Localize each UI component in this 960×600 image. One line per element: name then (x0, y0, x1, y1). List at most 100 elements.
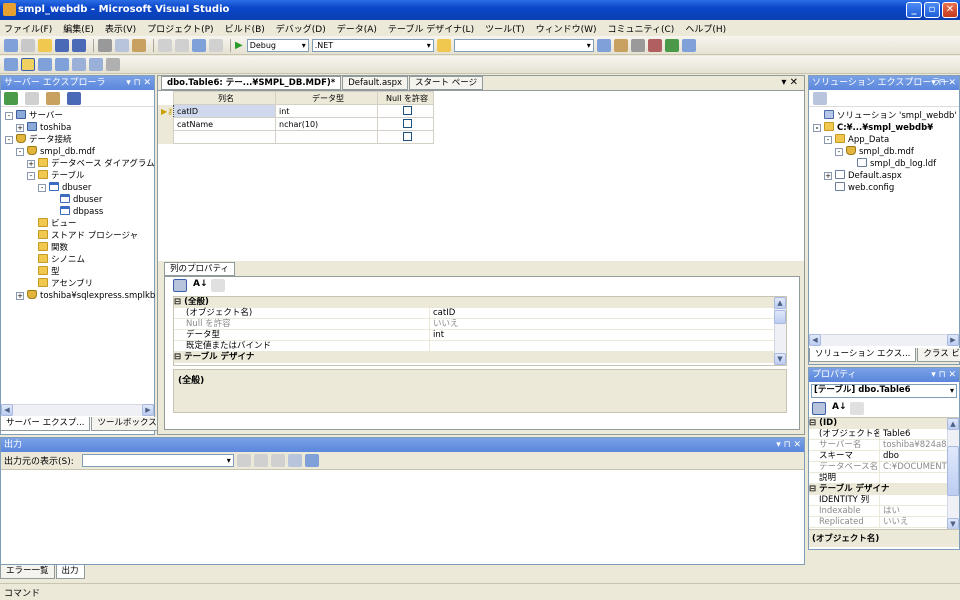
props-pages-icon[interactable] (849, 402, 864, 415)
tree-item[interactable]: ビュー (3, 218, 152, 230)
tab-output[interactable]: 出力 (55, 565, 85, 579)
column-name-cell[interactable]: catName (173, 117, 277, 131)
xml-indexes-icon[interactable] (72, 58, 86, 71)
expand-icon[interactable]: + (824, 172, 832, 180)
tree-item[interactable]: dbuser (3, 194, 152, 206)
tab-error-list[interactable]: エラー一覧 (0, 565, 55, 579)
tab-solution-explorer[interactable]: ソリューション エクス... (809, 348, 917, 362)
props-categorized-icon[interactable] (812, 402, 826, 415)
navigate-forward-icon[interactable] (209, 38, 223, 52)
expand-icon[interactable]: + (27, 160, 35, 168)
tab-table-designer[interactable]: dbo.Table6: テー...¥SMPL_DB.MDF)* (161, 76, 342, 90)
collapse-icon[interactable]: - (16, 148, 24, 156)
toolbox-toolbar-icon[interactable] (647, 38, 662, 52)
word-wrap-icon[interactable] (304, 454, 319, 467)
pin-close-icon[interactable]: ▾ ⊓ ✕ (126, 76, 151, 90)
solution-properties-icon[interactable] (813, 92, 827, 105)
properties-pin-close-icon[interactable]: ▾ ⊓ ✕ (931, 368, 956, 382)
solution-explorer-toolbar-icon[interactable] (613, 38, 628, 52)
tab-class-view[interactable]: クラス ビュー (917, 348, 960, 362)
collapse-icon[interactable]: - (813, 124, 821, 132)
property-row[interactable]: Indexable はい (809, 506, 959, 517)
expand-icon[interactable]: + (16, 124, 24, 132)
tree-item[interactable]: - テーブル (3, 170, 152, 182)
table-row[interactable]: ▶⚷ catID int (158, 104, 435, 118)
tree-item[interactable]: ソリューション 'smpl_webdb' (1 プロジ (811, 110, 959, 122)
clear-all-icon[interactable] (287, 454, 302, 467)
server-explorer-hscroll[interactable]: ◀ ▶ (1, 404, 154, 416)
close-document-icon[interactable]: ▾ ✕ (781, 77, 798, 88)
menu-item-10[interactable]: コミュニティ(C) (608, 22, 675, 35)
property-row[interactable]: 説明 (809, 473, 959, 484)
menu-item-2[interactable]: 表示(V) (105, 22, 136, 35)
solution-pin-close-icon[interactable]: ▾ ⊓ ✕ (931, 76, 956, 90)
menu-item-0[interactable]: ファイル(F) (4, 22, 52, 35)
property-pages-icon[interactable] (210, 279, 225, 292)
property-row[interactable]: IDENTITY 列 (809, 495, 959, 506)
save-all-icon[interactable] (72, 38, 86, 52)
add-item-icon[interactable] (21, 38, 35, 52)
navigate-icon[interactable] (192, 38, 206, 52)
collapse-icon[interactable]: - (824, 136, 832, 144)
collapse-icon[interactable]: - (5, 112, 13, 120)
allow-nulls-checkbox[interactable] (402, 131, 412, 141)
menu-item-5[interactable]: デバッグ(D) (276, 22, 326, 35)
tree-item[interactable]: + Default.aspx (811, 170, 957, 182)
tree-item[interactable]: - App_Data (811, 134, 957, 146)
relationships-icon[interactable] (38, 58, 52, 71)
tree-item[interactable]: - データ接続 (3, 134, 152, 146)
property-row[interactable]: (オブジェクト名) catID (174, 308, 786, 319)
tree-item[interactable]: - サーバー (3, 110, 152, 122)
tree-item[interactable]: 型 (3, 266, 152, 278)
tree-item[interactable]: シノニム (3, 254, 152, 266)
find-in-files-icon[interactable] (436, 38, 451, 52)
find-combo[interactable] (453, 38, 594, 52)
collapse-icon[interactable]: - (5, 136, 13, 144)
data-type-cell[interactable]: int (275, 104, 379, 118)
property-value[interactable]: いいえ (429, 319, 786, 329)
go-to-output-icon[interactable] (236, 454, 251, 467)
column-props-scrollbar[interactable]: ▲ ▼ (774, 297, 786, 365)
tree-item[interactable]: - smpl_db.mdf (3, 146, 152, 158)
output-source-select[interactable] (81, 454, 234, 467)
property-row[interactable]: 既定値またはバインド (174, 341, 786, 352)
property-value[interactable]: catID (429, 308, 786, 318)
minimize-button[interactable]: _ (906, 2, 922, 18)
column-name-cell[interactable]: catID (173, 104, 277, 118)
tab-server-explorer[interactable]: サーバー エクスプ... (0, 417, 91, 431)
tab-toolbox[interactable]: ツールボックス (91, 417, 163, 431)
menu-item-3[interactable]: プロジェクト(P) (147, 22, 213, 35)
tree-item[interactable]: アセンブリ (3, 278, 152, 290)
connect-database-icon[interactable] (46, 92, 60, 105)
tree-item[interactable]: + toshiba¥sqlexpress.smplkb (3, 290, 155, 302)
alphabetical-icon[interactable]: A↓ (193, 279, 208, 292)
data-type-cell[interactable] (275, 130, 379, 144)
props-alphabetical-icon[interactable]: A↓ (832, 402, 847, 415)
tree-item[interactable]: dbpass (3, 206, 152, 218)
stop-refresh-icon[interactable] (25, 92, 39, 105)
output-pin-close-icon[interactable]: ▾ ⊓ ✕ (776, 438, 801, 452)
solution-hscroll[interactable]: ◀ ▶ (809, 334, 959, 346)
redo-icon[interactable] (175, 38, 189, 52)
property-value[interactable] (429, 341, 786, 351)
tree-item[interactable]: ストアド プロシージャ (3, 230, 152, 242)
allow-nulls-checkbox[interactable] (402, 105, 412, 115)
data-type-cell[interactable]: nchar(10) (275, 117, 379, 131)
property-row[interactable]: (オブジェクト名) Table6 (809, 429, 959, 440)
menu-item-9[interactable]: ウィンドウ(W) (536, 22, 597, 35)
connect-server-icon[interactable] (67, 92, 81, 105)
menu-item-7[interactable]: テーブル デザイナ(L) (388, 22, 474, 35)
output-text-area[interactable] (1, 470, 804, 564)
menu-item-11[interactable]: ヘルプ(H) (685, 22, 726, 35)
properties-object-select[interactable]: [テーブル] dbo.Table6 (811, 384, 957, 398)
next-message-icon[interactable] (270, 454, 285, 467)
tree-item[interactable]: - C:¥...¥smpl_webdb¥ (811, 122, 957, 134)
row-selector[interactable] (158, 130, 174, 144)
tree-item[interactable]: - smpl_db.mdf (811, 146, 957, 158)
menu-item-6[interactable]: データ(A) (337, 22, 377, 35)
fulltext-index-icon[interactable] (106, 58, 120, 71)
new-project-icon[interactable] (4, 38, 18, 52)
column-name-cell[interactable] (173, 130, 277, 144)
tab-start-page[interactable]: スタート ページ (409, 76, 484, 90)
paste-icon[interactable] (132, 38, 146, 52)
